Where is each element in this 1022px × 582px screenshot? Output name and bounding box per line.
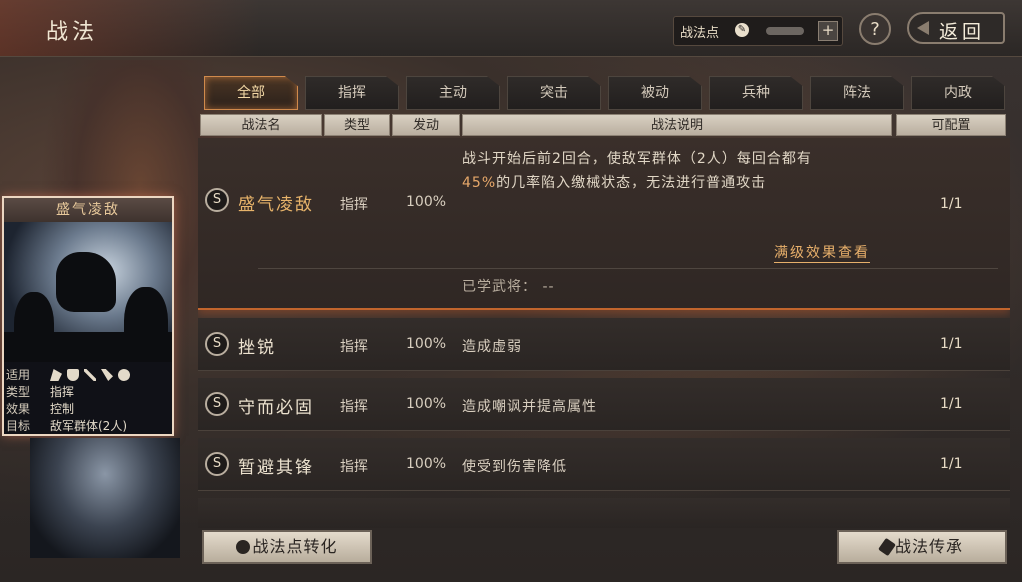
header-name[interactable]: 战法名: [200, 114, 322, 136]
card-applicable-row: 适用: [6, 366, 135, 383]
max-effect-link[interactable]: 满级效果查看: [774, 242, 870, 263]
divider: [258, 268, 998, 269]
category-tabs: 全部 指挥 主动 突击 被动 兵种 阵法 内政: [204, 76, 1010, 110]
skill-name: 守而必固: [238, 398, 314, 418]
top-bar: 战法 战法点 ✎ + ? 返回: [0, 0, 1022, 57]
type-value: 指挥: [50, 385, 75, 399]
tab-assault[interactable]: 突击: [507, 76, 601, 110]
effect-key: 效果: [6, 402, 31, 416]
siege-icon: [118, 369, 130, 381]
learned-label: 已学武将：: [462, 279, 537, 295]
bow-icon: [84, 369, 96, 381]
header-description: 战法说明: [462, 114, 892, 136]
rider-silhouette: [56, 252, 116, 312]
skill-slots: 1/1: [940, 196, 963, 212]
skill-slots: 1/1: [940, 396, 963, 412]
tab-active[interactable]: 主动: [406, 76, 500, 110]
add-points-button[interactable]: +: [818, 21, 838, 41]
tab-troop[interactable]: 兵种: [709, 76, 803, 110]
card-title: 盛气凌敌: [4, 198, 172, 222]
table-row[interactable]: S 守而必固 指挥 100% 造成嘲讽并提高属性 1/1: [198, 378, 1010, 431]
grade-badge: S: [205, 332, 229, 356]
card-effect-row: 效果 控制: [6, 400, 74, 417]
skill-type: 指挥: [340, 197, 368, 213]
skill-description: 造成嘲讽并提高属性: [462, 399, 597, 415]
crowd-silhouette: [4, 332, 172, 362]
card-type-row: 类型 指挥: [6, 383, 74, 400]
table-header: 战法名 类型 发动 战法说明 可配置: [200, 114, 1008, 136]
inherit-tactic-button[interactable]: 战法传承: [837, 530, 1007, 564]
tactics-list: S 盛气凌敌 指挥 100% 战斗开始后前2回合，使敌军群体（2人）每回合都有 …: [198, 138, 1010, 528]
tactic-points-label: 战法点: [680, 26, 720, 41]
table-row-selected[interactable]: S 盛气凌敌 指挥 100% 战斗开始后前2回合，使敌军群体（2人）每回合都有 …: [198, 138, 1010, 310]
card-target-row: 目标 敌军群体(2人): [6, 417, 127, 434]
skill-description: 造成虚弱: [462, 339, 522, 355]
skill-rate: 100%: [406, 456, 447, 472]
skill-description-line2: 45%的几率陷入缴械状态，无法进行普通攻击: [462, 172, 766, 192]
tactic-points-box: 战法点 ✎ +: [673, 16, 843, 46]
shield-icon: [67, 369, 79, 381]
table-row[interactable]: S 挫锐 指挥 100% 造成虚弱 1/1: [198, 318, 1010, 371]
back-arrow-icon: [917, 21, 929, 35]
effect-value: 控制: [50, 402, 75, 416]
points-drop-icon: [236, 540, 251, 554]
help-button[interactable]: ?: [859, 13, 891, 45]
cavalry-icon: [50, 369, 62, 381]
type-key: 类型: [6, 385, 31, 399]
background-battle-art: [30, 438, 180, 558]
grade-badge: S: [205, 188, 229, 212]
learned-generals: 已学武将： --: [462, 276, 555, 296]
spear-icon: [101, 369, 113, 381]
back-button[interactable]: 返回: [907, 12, 1005, 44]
skill-description-line1: 战斗开始后前2回合，使敌军群体（2人）每回合都有: [462, 151, 812, 167]
skill-description: 使受到伤害降低: [462, 459, 567, 475]
skill-name: 挫锐: [238, 338, 276, 358]
header-rate[interactable]: 发动: [392, 114, 460, 136]
chance-highlight: 45%: [462, 175, 497, 191]
tab-passive[interactable]: 被动: [608, 76, 702, 110]
convert-points-button[interactable]: 战法点转化: [202, 530, 372, 564]
inherit-tactic-label: 战法传承: [894, 537, 963, 556]
table-row[interactable]: S 暂避其锋 指挥 100% 使受到伤害降低 1/1: [198, 438, 1010, 491]
learned-value: --: [542, 279, 555, 295]
skill-slots: 1/1: [940, 336, 963, 352]
tactic-points-icon: ✎: [735, 23, 749, 37]
skill-type: 指挥: [340, 459, 368, 475]
table-row[interactable]: [198, 498, 1010, 528]
hammer-icon: [878, 537, 896, 557]
card-info: 适用 类型 指挥 效果 控制 目标 敌军群体(2人): [4, 362, 172, 434]
target-value: 敌军群体(2人): [50, 419, 127, 433]
tactic-points-value-bar: [766, 27, 804, 35]
tab-all[interactable]: 全部: [204, 76, 298, 110]
skill-rate: 100%: [406, 396, 447, 412]
grade-badge: S: [205, 452, 229, 476]
tab-formation[interactable]: 阵法: [810, 76, 904, 110]
skill-type: 指挥: [340, 339, 368, 355]
page-title: 战法: [46, 20, 99, 45]
title-glow: [0, 0, 260, 56]
desc-line2-text: 的几率陷入缴械状态，无法进行普通攻击: [496, 175, 767, 191]
header-slots[interactable]: 可配置: [896, 114, 1006, 136]
header-type[interactable]: 类型: [324, 114, 390, 136]
tab-command[interactable]: 指挥: [305, 76, 399, 110]
skill-rate: 100%: [406, 194, 447, 210]
skill-name: 盛气凌敌: [238, 195, 314, 215]
tab-internal[interactable]: 内政: [911, 76, 1005, 110]
back-button-label: 返回: [939, 21, 986, 43]
card-artwork: [4, 222, 172, 362]
convert-points-label: 战法点转化: [252, 537, 338, 556]
skill-rate: 100%: [406, 336, 447, 352]
applicable-key: 适用: [6, 368, 31, 382]
skill-type: 指挥: [340, 399, 368, 415]
skill-slots: 1/1: [940, 456, 963, 472]
target-key: 目标: [6, 419, 31, 433]
skill-name: 暂避其锋: [238, 458, 314, 478]
grade-badge: S: [205, 392, 229, 416]
skill-card: 盛气凌敌 适用 类型 指挥 效果 控制 目标 敌军群体(2人): [2, 196, 174, 436]
tactics-panel: 全部 指挥 主动 突击 被动 兵种 阵法 内政 战法名 类型 发动 战法说明 可…: [198, 72, 1010, 576]
